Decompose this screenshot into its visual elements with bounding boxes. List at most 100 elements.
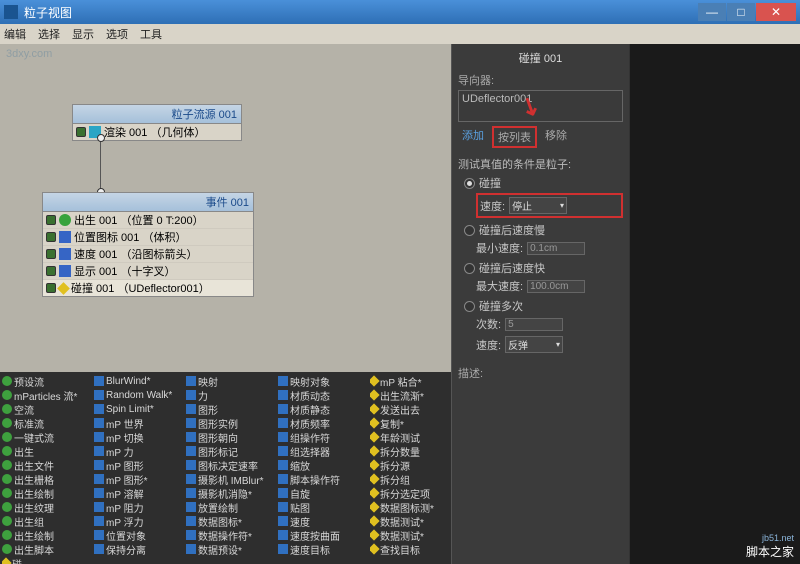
depot-item[interactable]: 自旋 <box>278 486 370 500</box>
depot-item[interactable]: mP 图形* <box>94 472 186 486</box>
depot-item[interactable]: 出生流渐* <box>370 388 451 402</box>
depot-item[interactable]: mParticles 流* <box>2 388 94 402</box>
radio-slow[interactable] <box>464 225 475 236</box>
depot-icon <box>2 460 12 470</box>
remove-button[interactable]: 移除 <box>541 126 571 148</box>
depot-item[interactable]: 图形标记 <box>186 444 278 458</box>
depot-item[interactable]: 力 <box>186 388 278 402</box>
depot-item[interactable]: mP 阻力 <box>94 500 186 514</box>
depot-item[interactable]: mP 图形 <box>94 458 186 472</box>
menu-tools[interactable]: 工具 <box>140 26 162 42</box>
depot-item[interactable]: 复制* <box>370 416 451 430</box>
depot-item[interactable]: BlurWind* <box>94 374 186 388</box>
port-icon[interactable] <box>46 249 56 259</box>
depot-item[interactable]: 出生绘制 <box>2 486 94 500</box>
minimize-button[interactable]: — <box>698 3 726 21</box>
depot-icon <box>370 487 380 498</box>
depot-item[interactable]: 脚本操作符 <box>278 472 370 486</box>
depot-item[interactable]: 图形实例 <box>186 416 278 430</box>
depot-item[interactable]: 拆分选定项 <box>370 486 451 500</box>
depot-item[interactable]: 速度按曲面 <box>278 528 370 542</box>
depot-item[interactable]: Random Walk* <box>94 388 186 402</box>
port-icon[interactable] <box>46 215 56 225</box>
depot-item[interactable]: 摄影机消隐* <box>186 486 278 500</box>
after-combo[interactable]: 反弹▾ <box>505 336 563 353</box>
depot-item[interactable]: 数据预设* <box>186 542 278 556</box>
menubar: 编辑 选择 显示 选项 工具 <box>0 24 800 44</box>
depot-item[interactable]: mP 力 <box>94 444 186 458</box>
depot[interactable]: 预设流mParticles 流*空流标准流一键式流出生出生文件出生栅格出生绘制出… <box>0 372 451 564</box>
depot-item[interactable]: 碰 <box>2 556 22 564</box>
depot-item[interactable]: 出生组 <box>2 514 94 528</box>
menu-edit[interactable]: 编辑 <box>4 26 26 42</box>
depot-item[interactable]: 数据测试* <box>370 514 451 528</box>
depot-item[interactable]: 贴图 <box>278 500 370 514</box>
depot-item[interactable]: 数据操作符* <box>186 528 278 542</box>
node-event[interactable]: 事件 001 出生 001 （位置 0 T:200） 位置图标 001 （体积）… <box>42 192 254 297</box>
menu-display[interactable]: 显示 <box>72 26 94 42</box>
depot-item[interactable]: 映射 <box>186 374 278 388</box>
depot-item[interactable]: 放置绘制 <box>186 500 278 514</box>
depot-item[interactable]: mP 溶解 <box>94 486 186 500</box>
depot-item[interactable]: 年龄测试 <box>370 430 451 444</box>
radio-collide[interactable] <box>464 178 475 189</box>
radio-fast[interactable] <box>464 263 475 274</box>
radio-multi[interactable] <box>464 301 475 312</box>
depot-item[interactable]: 数据图标测* <box>370 500 451 514</box>
speed-combo[interactable]: 停止▾ <box>509 197 567 214</box>
depot-item[interactable]: 拆分数量 <box>370 444 451 458</box>
depot-item[interactable]: 材质频率 <box>278 416 370 430</box>
menu-options[interactable]: 选项 <box>106 26 128 42</box>
by-list-button[interactable]: 按列表 <box>492 126 537 148</box>
depot-item[interactable]: 预设流 <box>2 374 94 388</box>
port-icon[interactable] <box>76 127 86 137</box>
depot-item[interactable]: 组操作符 <box>278 430 370 444</box>
depot-item[interactable]: 出生 <box>2 444 94 458</box>
depot-item[interactable]: 数据图标* <box>186 514 278 528</box>
depot-item[interactable]: 材质动态 <box>278 388 370 402</box>
node-event-title: 事件 001 <box>43 193 253 212</box>
count-input[interactable]: 5 <box>505 318 563 331</box>
port-icon[interactable] <box>46 232 56 242</box>
depot-item[interactable]: mP 粘合* <box>370 374 451 388</box>
depot-item[interactable]: 缩放 <box>278 458 370 472</box>
port-icon[interactable] <box>46 283 56 293</box>
depot-item[interactable]: 位置对象 <box>94 528 186 542</box>
depot-item[interactable]: 数据测试* <box>370 528 451 542</box>
depot-item[interactable]: 查找目标 <box>370 542 451 556</box>
maximize-button[interactable]: □ <box>727 3 755 21</box>
min-speed-input[interactable]: 0.1cm <box>527 242 585 255</box>
add-button[interactable]: 添加 <box>458 126 488 148</box>
depot-item[interactable]: Spin Limit* <box>94 402 186 416</box>
depot-item[interactable]: 出生绘制 <box>2 528 94 542</box>
depot-item[interactable]: 图标决定速率 <box>186 458 278 472</box>
depot-item[interactable]: 图形朝向 <box>186 430 278 444</box>
canvas[interactable]: 3dxy.com 粒子流源 001 渲染 001 （几何体） 事件 001 出生… <box>0 44 451 564</box>
menu-select[interactable]: 选择 <box>38 26 60 42</box>
depot-item[interactable]: 出生栅格 <box>2 472 94 486</box>
depot-item[interactable]: 摄影机 IMBlur* <box>186 472 278 486</box>
depot-item[interactable]: 拆分源 <box>370 458 451 472</box>
depot-item[interactable]: 拆分组 <box>370 472 451 486</box>
depot-item[interactable]: mP 切换 <box>94 430 186 444</box>
depot-item[interactable]: mP 浮力 <box>94 514 186 528</box>
depot-item[interactable]: 发送出去 <box>370 402 451 416</box>
depot-item[interactable]: 标准流 <box>2 416 94 430</box>
depot-item[interactable]: 映射对象 <box>278 374 370 388</box>
depot-item[interactable]: 材质静态 <box>278 402 370 416</box>
depot-item[interactable]: 出生脚本 <box>2 542 94 556</box>
depot-item[interactable]: 一键式流 <box>2 430 94 444</box>
max-speed-input[interactable]: 100.0cm <box>527 280 585 293</box>
depot-item[interactable]: mP 世界 <box>94 416 186 430</box>
depot-icon <box>2 488 12 498</box>
close-button[interactable]: ✕ <box>756 3 796 21</box>
depot-item[interactable]: 速度 <box>278 514 370 528</box>
depot-item[interactable]: 速度目标 <box>278 542 370 556</box>
port-icon[interactable] <box>46 266 56 276</box>
depot-item[interactable]: 组选择器 <box>278 444 370 458</box>
depot-item[interactable]: 出生文件 <box>2 458 94 472</box>
depot-item[interactable]: 图形 <box>186 402 278 416</box>
depot-item[interactable]: 保持分离 <box>94 542 186 556</box>
depot-item[interactable]: 空流 <box>2 402 94 416</box>
depot-item[interactable]: 出生纹理 <box>2 500 94 514</box>
